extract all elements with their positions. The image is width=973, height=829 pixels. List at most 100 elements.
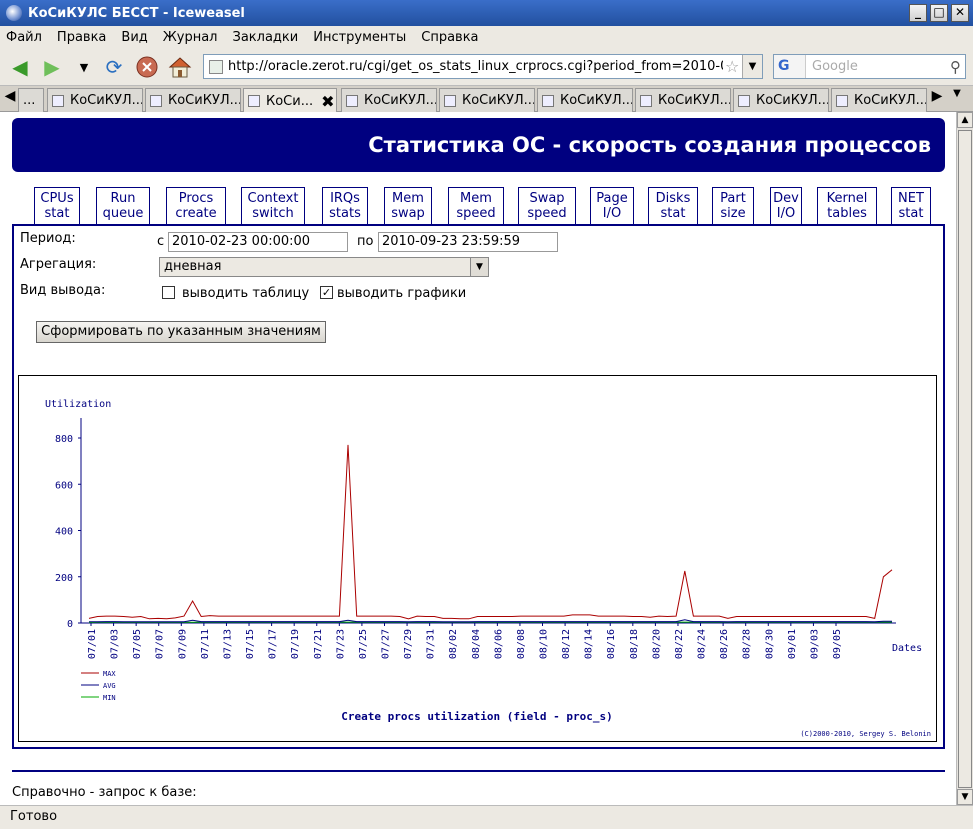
search-engine-icon[interactable]: G xyxy=(774,55,806,78)
y-tick-label: 0 xyxy=(67,619,73,630)
nav-line2: queue xyxy=(102,206,144,221)
scroll-thumb[interactable] xyxy=(958,130,972,788)
tab-close-icon[interactable]: ✖ xyxy=(321,92,334,111)
x-tick-label: 08/10 xyxy=(539,629,550,659)
tab-2[interactable]: КоСиКУЛ... xyxy=(145,88,241,112)
y-tick-label: 200 xyxy=(55,573,73,584)
home-icon[interactable] xyxy=(166,53,194,81)
nav-context-switch[interactable]: Context switch xyxy=(241,187,305,225)
nav-dev-io[interactable]: Dev I/O xyxy=(770,187,802,225)
nav-run-queue[interactable]: Run queue xyxy=(96,187,150,225)
nav-mem-speed[interactable]: Mem speed xyxy=(448,187,504,225)
tab-7[interactable]: КоСиКУЛ... xyxy=(635,88,731,112)
x-tick-label: 08/12 xyxy=(561,629,572,659)
close-window-button[interactable]: ✕ xyxy=(951,4,969,22)
maximize-button[interactable]: □ xyxy=(930,4,948,22)
tabs-list-dropdown-icon[interactable]: ▼ xyxy=(950,88,964,99)
nav-line1: IRQs xyxy=(330,191,360,206)
x-tick-label: 09/01 xyxy=(787,629,798,659)
aggregation-select[interactable]: дневная ▼ xyxy=(159,257,489,277)
nav-line1: Run xyxy=(110,191,136,206)
tabs-scroll-left-icon[interactable]: ◀ xyxy=(3,88,17,104)
menu-history[interactable]: Журнал xyxy=(163,30,218,45)
nav-procs-create[interactable]: Procs create xyxy=(166,187,226,227)
x-tick-label: 07/21 xyxy=(313,629,324,659)
menu-file[interactable]: Файл xyxy=(6,30,42,45)
vertical-scrollbar[interactable]: ▲ ▼ xyxy=(956,112,973,805)
submit-button[interactable]: Сформировать по указанным значениям xyxy=(36,321,326,343)
nav-page-io[interactable]: Page I/O xyxy=(590,187,634,225)
forward-arrow-icon[interactable]: ▶ xyxy=(38,53,66,81)
menu-help[interactable]: Справка xyxy=(421,30,478,45)
show-table-label: выводить таблицу xyxy=(182,286,310,301)
scroll-down-icon[interactable]: ▼ xyxy=(957,789,973,805)
y-tick-label: 800 xyxy=(55,434,73,445)
menu-view[interactable]: Вид xyxy=(121,30,147,45)
tab-label: КоСиКУЛ... xyxy=(658,93,731,108)
show-graph-checkbox[interactable]: ✓ xyxy=(320,286,333,299)
tab-6[interactable]: КоСиКУЛ... xyxy=(537,88,633,112)
search-icon[interactable]: ⚲ xyxy=(950,58,961,76)
tab-label: ... xyxy=(23,93,36,108)
x-tick-label: 08/20 xyxy=(651,629,662,659)
minimize-button[interactable]: _ xyxy=(909,4,927,22)
status-bar: Готово xyxy=(0,805,973,829)
url-dropdown-icon[interactable]: ▼ xyxy=(742,55,762,78)
menu-tools[interactable]: Инструменты xyxy=(313,30,406,45)
tab-label: КоСиКУЛ... xyxy=(756,93,829,108)
url-bar[interactable]: http://oracle.zerot.ru/cgi/get_os_stats_… xyxy=(203,54,763,79)
nav-net-stat[interactable]: NET stat xyxy=(891,187,931,225)
tab-4[interactable]: КоСиКУЛ... xyxy=(341,88,437,112)
history-dropdown-icon[interactable]: ▼ xyxy=(70,53,98,81)
tab-8[interactable]: КоСиКУЛ... xyxy=(733,88,829,112)
x-tick-label: 07/23 xyxy=(335,629,346,659)
chevron-down-icon[interactable]: ▼ xyxy=(470,258,488,276)
x-tick-label: 07/31 xyxy=(426,629,437,659)
nav-disks-stat[interactable]: Disks stat xyxy=(648,187,698,225)
x-tick-label: 08/22 xyxy=(674,629,685,659)
url-input[interactable]: http://oracle.zerot.ru/cgi/get_os_stats_… xyxy=(228,59,723,74)
tabs-scroll-right-icon[interactable]: ▶ xyxy=(930,88,944,104)
nav-line1: Swap xyxy=(529,191,565,206)
nav-kernel-tables[interactable]: Kernel tables xyxy=(817,187,877,225)
nav-irqs-stats[interactable]: IRQs stats xyxy=(322,187,368,225)
nav-line1: Part xyxy=(720,191,746,206)
chart-copyright: (C)2000-2010, Sergey S. Belonin xyxy=(800,730,931,738)
tab-5[interactable]: КоСиКУЛ... xyxy=(439,88,535,112)
back-arrow-icon[interactable]: ◀ xyxy=(6,53,34,81)
date-to-input[interactable]: 2010-09-23 23:59:59 xyxy=(378,232,558,252)
scroll-up-icon[interactable]: ▲ xyxy=(957,112,973,128)
tab-9[interactable]: КоСиКУЛ... xyxy=(831,88,927,112)
tab-3-active[interactable]: КоСи... ✖ xyxy=(243,88,337,113)
nav-swap-speed[interactable]: Swap speed xyxy=(518,187,576,225)
x-tick-label: 08/26 xyxy=(719,629,730,659)
menu-edit[interactable]: Правка xyxy=(57,30,106,45)
x-tick-label: 07/09 xyxy=(177,629,188,659)
bookmark-star-icon[interactable]: ☆ xyxy=(725,57,739,76)
nav-part-size[interactable]: Part size xyxy=(712,187,754,225)
page-content: Статистика ОС - скорость создания процес… xyxy=(0,112,956,805)
search-input[interactable]: Google xyxy=(812,59,950,74)
nav-cpus-stat[interactable]: CPUs stat xyxy=(34,187,80,225)
reload-icon[interactable]: ⟳ xyxy=(100,53,128,81)
nav-line1: Kernel xyxy=(826,191,868,206)
nav-line2: stat xyxy=(898,206,924,221)
search-bar[interactable]: G Google ⚲ xyxy=(773,54,966,79)
x-axis-title: Dates xyxy=(892,643,922,654)
aggregation-value: дневная xyxy=(164,259,222,274)
x-tick-label: 07/15 xyxy=(245,629,256,659)
tab-1[interactable]: КоСиКУЛ... xyxy=(47,88,143,112)
query-reference-label: Справочно - запрос к базе: xyxy=(12,785,197,800)
stop-icon[interactable] xyxy=(133,53,161,81)
utilization-chart: Utilization Dates 0 200 400 600 800 07/01 07/03 0… xyxy=(45,399,931,738)
nav-line2: stat xyxy=(44,206,70,221)
tab-favicon-icon xyxy=(52,94,64,107)
nav-mem-swap[interactable]: Mem swap xyxy=(384,187,432,225)
tab-0[interactable]: ... xyxy=(18,88,44,112)
nav-line1: CPUs xyxy=(40,191,74,206)
menu-bookmarks[interactable]: Закладки xyxy=(233,30,299,45)
window-titlebar: КоСиКУЛС БЕССТ - Iceweasel _ □ ✕ xyxy=(0,0,973,26)
to-label: по xyxy=(357,234,374,249)
show-table-checkbox[interactable] xyxy=(162,286,175,299)
date-from-input[interactable]: 2010-02-23 00:00:00 xyxy=(168,232,348,252)
